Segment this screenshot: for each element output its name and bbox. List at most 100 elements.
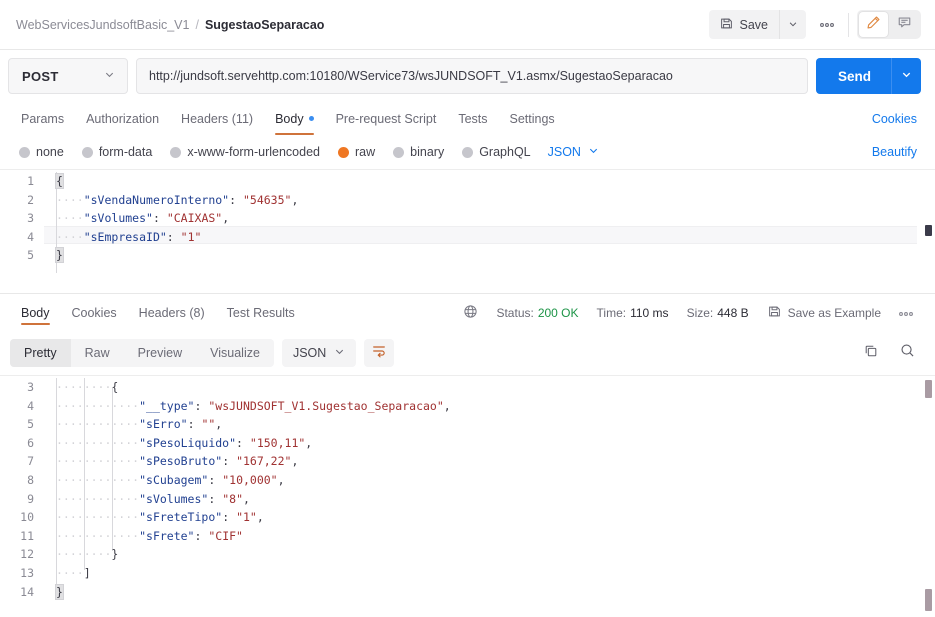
search-response-button[interactable]: [895, 341, 919, 365]
breadcrumb-collection[interactable]: WebServicesJundsoftBasic_V1: [16, 18, 189, 32]
tab-settings[interactable]: Settings: [499, 102, 566, 135]
url-input[interactable]: http://jundsoft.servehttp.com:10180/WSer…: [136, 58, 808, 94]
token-punc: }: [111, 547, 119, 562]
token-key: "sVolumes": [83, 211, 153, 226]
request-tabs: Params Authorization Headers (11) Body P…: [0, 102, 935, 135]
code-text: ············"sPesoLiquido": "150,11",: [44, 434, 312, 453]
code-text: ············"sCubagem": "10,000",: [44, 471, 285, 490]
indent-dots: ············: [56, 528, 140, 543]
body-type-form-data[interactable]: form-data: [73, 145, 162, 159]
code-line[interactable]: 13 ····]: [0, 564, 935, 583]
tab-pre-request-script[interactable]: Pre-request Script: [325, 102, 448, 135]
indent-dots: ············: [56, 472, 140, 487]
token-punc: :: [166, 229, 174, 244]
tab-tests[interactable]: Tests: [447, 102, 498, 135]
view-preview-button[interactable]: Preview: [124, 339, 196, 367]
token-val: "1": [180, 229, 202, 244]
scrollbar-thumb[interactable]: [925, 225, 932, 236]
tab-authorization[interactable]: Authorization: [75, 102, 170, 135]
view-visualize-button[interactable]: Visualize: [196, 339, 274, 367]
save-as-example-label: Save as Example: [787, 305, 881, 320]
code-text: ········}: [44, 545, 118, 564]
code-line[interactable]: 6 ············"sPesoLiquido": "150,11",: [0, 434, 935, 453]
view-pretty-button[interactable]: Pretty: [10, 339, 71, 367]
breadcrumb: WebServicesJundsoftBasic_V1 / SugestaoSe…: [16, 18, 324, 32]
body-format-select[interactable]: JSON: [548, 145, 599, 159]
view-raw-button[interactable]: Raw: [71, 339, 124, 367]
app-header: WebServicesJundsoftBasic_V1 / SugestaoSe…: [0, 0, 935, 50]
code-line[interactable]: 5 ············"sErro": "",: [0, 415, 935, 434]
send-button[interactable]: Send: [816, 58, 891, 94]
token-key: "sPesoBruto": [139, 454, 223, 469]
token-val: "CAIXAS": [166, 211, 223, 226]
code-line[interactable]: 11 ············"sFrete": "CIF": [0, 527, 935, 546]
tab-body[interactable]: Body: [264, 102, 325, 135]
response-editor-scrollbar[interactable]: [921, 376, 935, 617]
code-line[interactable]: 7 ············"sPesoBruto": "167,22",: [0, 452, 935, 471]
code-line[interactable]: 1{: [0, 172, 935, 191]
response-code-lines[interactable]: 3 ········{4 ············"__type": "wsJUND…: [0, 376, 935, 601]
response-tab-body[interactable]: Body: [10, 294, 61, 331]
token-brace: }: [55, 247, 64, 264]
token-brace: {: [55, 173, 64, 189]
tab-params[interactable]: Params: [10, 102, 75, 135]
response-tab-cookies[interactable]: Cookies: [61, 294, 128, 331]
code-line[interactable]: 4 ····"sEmpresaID": "1": [0, 228, 935, 247]
edit-mode-button[interactable]: [859, 12, 888, 37]
code-line[interactable]: 12 ········}: [0, 545, 935, 564]
body-type-binary[interactable]: binary: [384, 145, 453, 159]
code-line[interactable]: 3 ········{: [0, 378, 935, 397]
body-type-x-www-form-urlencoded[interactable]: x-www-form-urlencoded: [161, 145, 329, 159]
response-more-options-button[interactable]: [889, 306, 923, 320]
beautify-link[interactable]: Beautify: [872, 145, 921, 159]
code-line[interactable]: 8 ············"sCubagem": "10,000",: [0, 471, 935, 490]
ellipsis-icon: [898, 306, 914, 320]
code-text: ············"sFrete": "CIF": [44, 527, 243, 546]
request-code-lines[interactable]: 1{2 ····"sVendaNumeroInterno": "54635", 3 ·…: [0, 170, 935, 265]
token-punc: :: [236, 435, 243, 450]
comments-button[interactable]: [890, 12, 919, 37]
code-line[interactable]: 14}: [0, 583, 935, 602]
code-line[interactable]: 5}: [0, 246, 935, 265]
network-icon-wrap[interactable]: [454, 304, 487, 322]
response-format-select[interactable]: JSON: [281, 339, 357, 367]
header-mode-toggle: [857, 10, 921, 39]
body-type-row: none form-data x-www-form-urlencoded raw…: [0, 135, 935, 169]
line-number: 7: [27, 454, 34, 469]
code-line[interactable]: 9 ············"sVolumes": "8",: [0, 490, 935, 509]
line-number: 6: [27, 435, 34, 450]
send-dropdown-button[interactable]: [891, 58, 921, 94]
code-line[interactable]: 4 ············"__type": "wsJUNDSOFT_V1.Su…: [0, 397, 935, 416]
tab-headers[interactable]: Headers (11): [170, 102, 264, 135]
request-editor-scrollbar[interactable]: [921, 170, 935, 293]
response-tab-headers[interactable]: Headers (8): [128, 294, 216, 331]
body-type-raw[interactable]: raw: [329, 145, 384, 159]
cookies-link[interactable]: Cookies: [872, 102, 921, 135]
breadcrumb-request-name[interactable]: SugestaoSeparacao: [205, 18, 325, 32]
request-body-editor[interactable]: 1{2 ····"sVendaNumeroInterno": "54635", 3 ·…: [0, 169, 935, 293]
copy-response-button[interactable]: [859, 341, 883, 365]
scrollbar-thumb-top[interactable]: [925, 380, 932, 398]
tab-label: Headers (11): [181, 111, 254, 126]
line-number: 1: [27, 174, 34, 188]
save-button[interactable]: Save: [709, 10, 780, 39]
scrollbar-thumb-bottom[interactable]: [925, 589, 932, 611]
code-text: ········{: [44, 378, 118, 397]
http-method-select[interactable]: POST: [8, 58, 128, 94]
globe-icon: [463, 304, 478, 322]
request-more-options-button[interactable]: [812, 10, 842, 39]
code-line[interactable]: 10 ············"sFreteTipo": "1",: [0, 508, 935, 527]
save-dropdown-button[interactable]: [779, 10, 806, 39]
body-type-graphql[interactable]: GraphQL: [453, 145, 539, 159]
response-body-editor[interactable]: 3 ········{4 ············"__type": "wsJUND…: [0, 375, 935, 617]
token-key: "sCubagem": [139, 472, 209, 487]
save-as-example-button[interactable]: Save as Example: [758, 305, 889, 321]
response-meta-bar: Body Cookies Headers (8) Test Results St…: [0, 293, 935, 331]
chevron-down-icon: [588, 145, 599, 159]
code-line[interactable]: 2 ····"sVendaNumeroInterno": "54635",: [0, 191, 935, 210]
body-type-none[interactable]: none: [10, 145, 73, 159]
response-tab-test-results[interactable]: Test Results: [216, 294, 306, 331]
code-line[interactable]: 3 ····"sVolumes": "CAIXAS",: [0, 209, 935, 228]
wrap-lines-button[interactable]: [364, 339, 395, 367]
token-punc: ,: [222, 211, 230, 226]
